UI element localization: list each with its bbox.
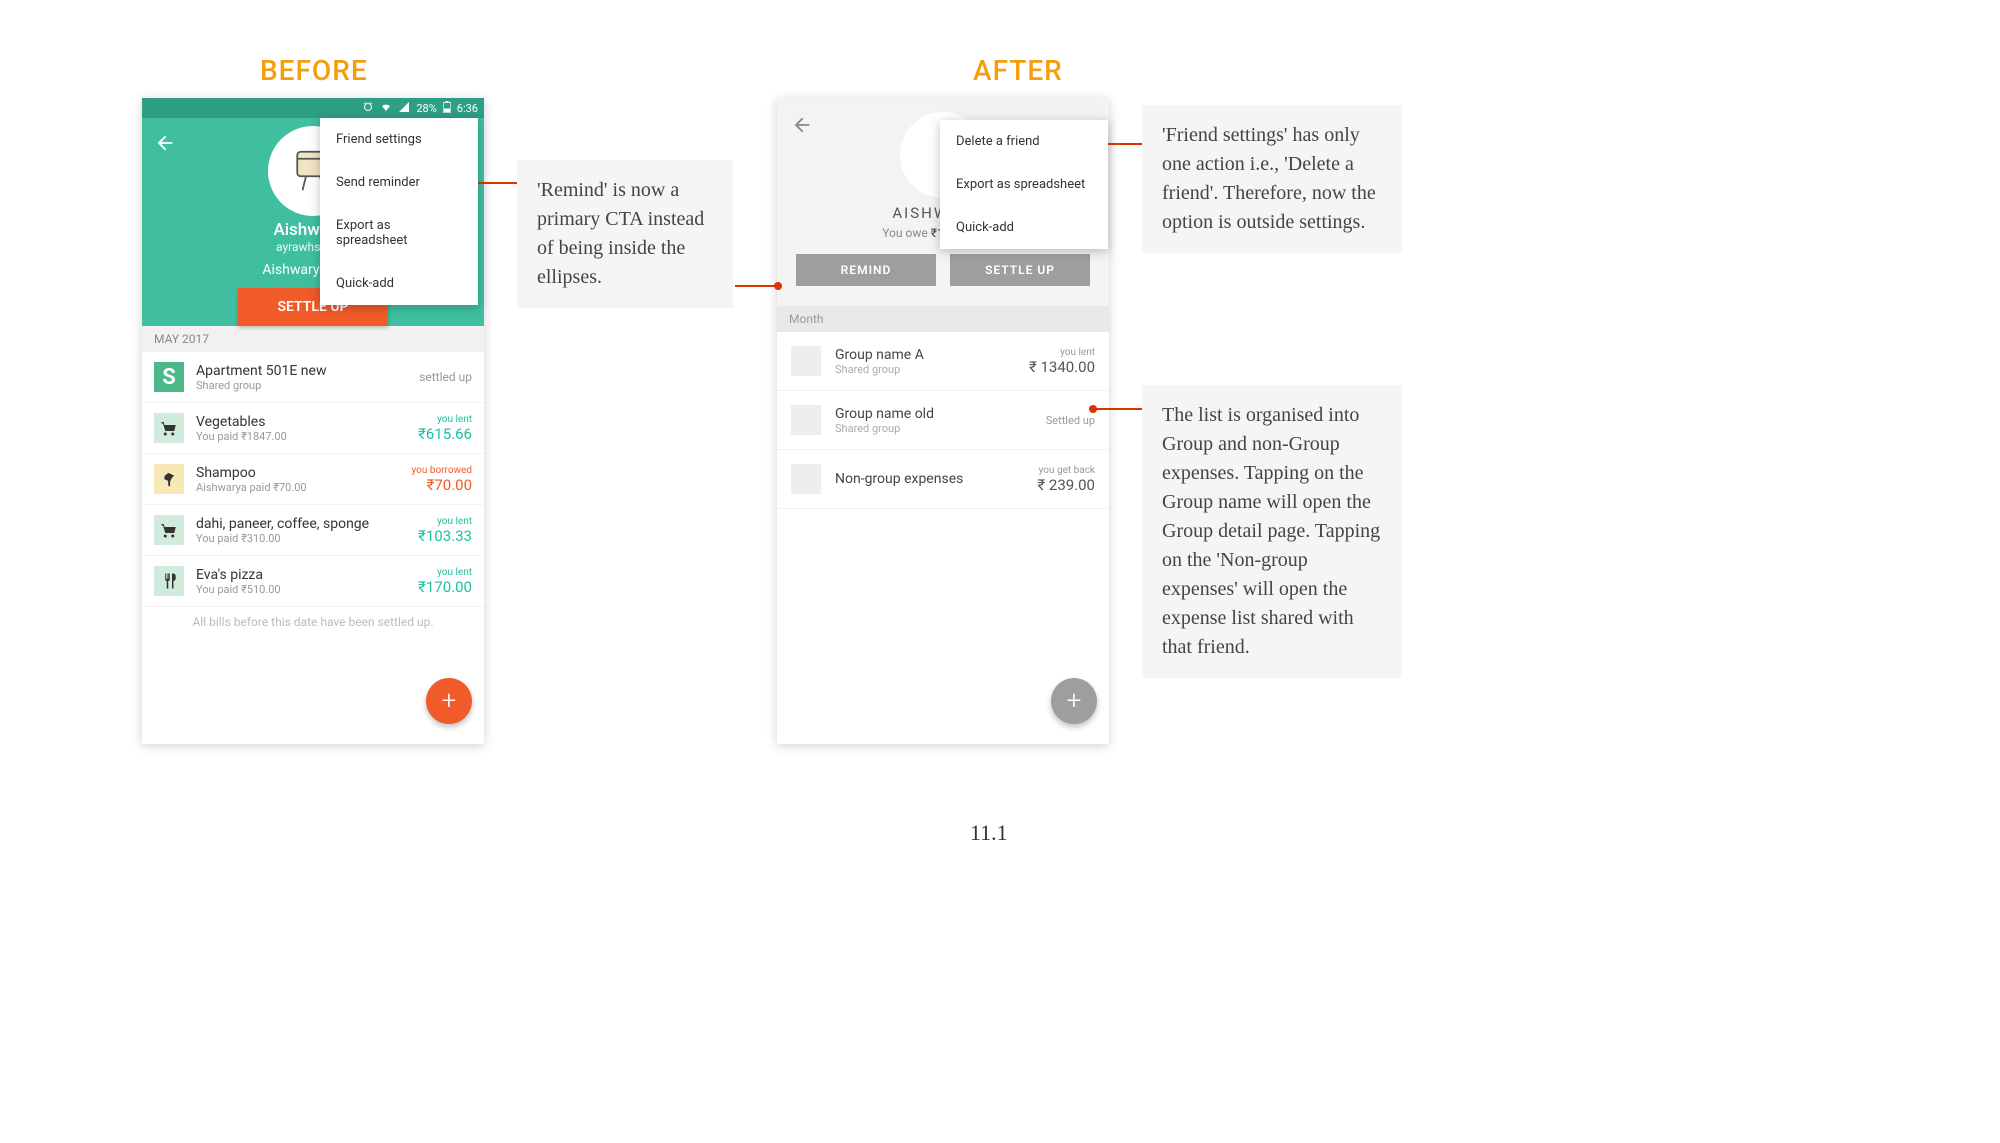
battery-pct: 28% <box>416 102 436 115</box>
status-bar: 28% 6:36 <box>142 98 484 118</box>
menu-export-spreadsheet[interactable]: Export as spreadsheet <box>320 204 478 262</box>
annotation-connector <box>1094 408 1142 410</box>
menu-send-reminder[interactable]: Send reminder <box>320 161 478 204</box>
menu-export-spreadsheet[interactable]: Export as spreadsheet <box>940 163 1108 206</box>
expense-title: Apartment 501E new <box>196 363 419 379</box>
settle-up-button[interactable]: SETTLE UP <box>950 254 1090 286</box>
add-fab[interactable]: + <box>1051 678 1097 724</box>
annotation-remind: 'Remind' is now a primary CTA instead of… <box>517 160 733 308</box>
heading-after: AFTER <box>973 54 1063 87</box>
heading-before: BEFORE <box>260 54 368 87</box>
amount-label: you lent <box>1029 347 1095 358</box>
group-row[interactable]: Group name old Shared group Settled up <box>777 391 1109 450</box>
group-title: Non-group expenses <box>835 471 1037 487</box>
expense-title: Vegetables <box>196 414 418 430</box>
amount-label: you get back <box>1037 465 1095 476</box>
expense-sub: Aishwarya paid ₹70.00 <box>196 481 411 494</box>
annotation-list-grouping: The list is organised into Group and non… <box>1142 385 1402 678</box>
amount-label: you lent <box>418 414 472 425</box>
group-title: Group name A <box>835 347 1029 363</box>
cart-icon <box>154 515 184 545</box>
expense-row[interactable]: Eva's pizza You paid ₹510.00 you lent ₹1… <box>142 556 484 607</box>
amount-value: ₹ 1340.00 <box>1029 358 1095 376</box>
group-thumb-icon <box>791 346 821 376</box>
overflow-menu: Friend settings Send reminder Export as … <box>320 118 478 305</box>
amount-value: ₹103.33 <box>418 527 472 545</box>
add-fab[interactable]: + <box>426 678 472 724</box>
back-arrow-icon[interactable] <box>791 114 813 140</box>
battery-icon <box>443 101 451 116</box>
expense-sub: Shared group <box>196 379 419 392</box>
group-title: Group name old <box>835 406 1046 422</box>
expense-title: dahi, paneer, coffee, sponge <box>196 516 418 532</box>
group-thumb-icon <box>791 405 821 435</box>
slide-number: 11.1 <box>970 820 1008 846</box>
group-thumb-icon <box>791 464 821 494</box>
expense-row[interactable]: S Apartment 501E new Shared group settle… <box>142 352 484 403</box>
amount-label: you borrowed <box>411 465 472 476</box>
annotation-delete-friend: 'Friend settings' has only one action i.… <box>1142 105 1402 253</box>
month-header: MAY 2017 <box>142 326 484 352</box>
group-sub: Shared group <box>835 422 1046 435</box>
menu-quick-add[interactable]: Quick-add <box>320 262 478 305</box>
expense-sub: You paid ₹510.00 <box>196 583 418 596</box>
expense-row[interactable]: Shampoo Aishwarya paid ₹70.00 you borrow… <box>142 454 484 505</box>
group-logo-icon: S <box>154 362 184 392</box>
pin-icon <box>154 464 184 494</box>
expense-row[interactable]: Vegetables You paid ₹1847.00 you lent ₹6… <box>142 403 484 454</box>
wifi-icon <box>380 101 392 116</box>
amount-value: ₹70.00 <box>411 476 472 494</box>
annotation-connector <box>735 285 777 287</box>
expense-status: settled up <box>419 370 472 384</box>
menu-quick-add[interactable]: Quick-add <box>940 206 1108 249</box>
amount-value: ₹170.00 <box>418 578 472 596</box>
expense-sub: You paid ₹1847.00 <box>196 430 418 443</box>
expense-title: Shampoo <box>196 465 411 481</box>
amount-label: you lent <box>418 516 472 527</box>
month-header: Month <box>777 306 1109 332</box>
remind-button[interactable]: REMIND <box>796 254 936 286</box>
cart-icon <box>154 413 184 443</box>
amount-label: you lent <box>418 567 472 578</box>
alarm-icon <box>362 101 374 116</box>
expense-sub: You paid ₹310.00 <box>196 532 418 545</box>
amount-value: ₹615.66 <box>418 425 472 443</box>
group-row[interactable]: Group name A Shared group you lent ₹ 134… <box>777 332 1109 391</box>
food-icon <box>154 566 184 596</box>
settled-footer: All bills before this date have been set… <box>142 607 484 637</box>
group-sub: Shared group <box>835 363 1029 376</box>
settled-status: Settled up <box>1046 414 1095 427</box>
clock-time: 6:36 <box>457 102 478 115</box>
menu-delete-friend[interactable]: Delete a friend <box>940 120 1108 163</box>
expense-title: Eva's pizza <box>196 567 418 583</box>
menu-friend-settings[interactable]: Friend settings <box>320 118 478 161</box>
signal-icon <box>398 101 410 116</box>
back-arrow-icon[interactable] <box>154 132 176 158</box>
expense-row[interactable]: dahi, paneer, coffee, sponge You paid ₹3… <box>142 505 484 556</box>
group-row[interactable]: Non-group expenses you get back ₹ 239.00 <box>777 450 1109 509</box>
overflow-menu: Delete a friend Export as spreadsheet Qu… <box>940 120 1108 249</box>
amount-value: ₹ 239.00 <box>1037 476 1095 494</box>
